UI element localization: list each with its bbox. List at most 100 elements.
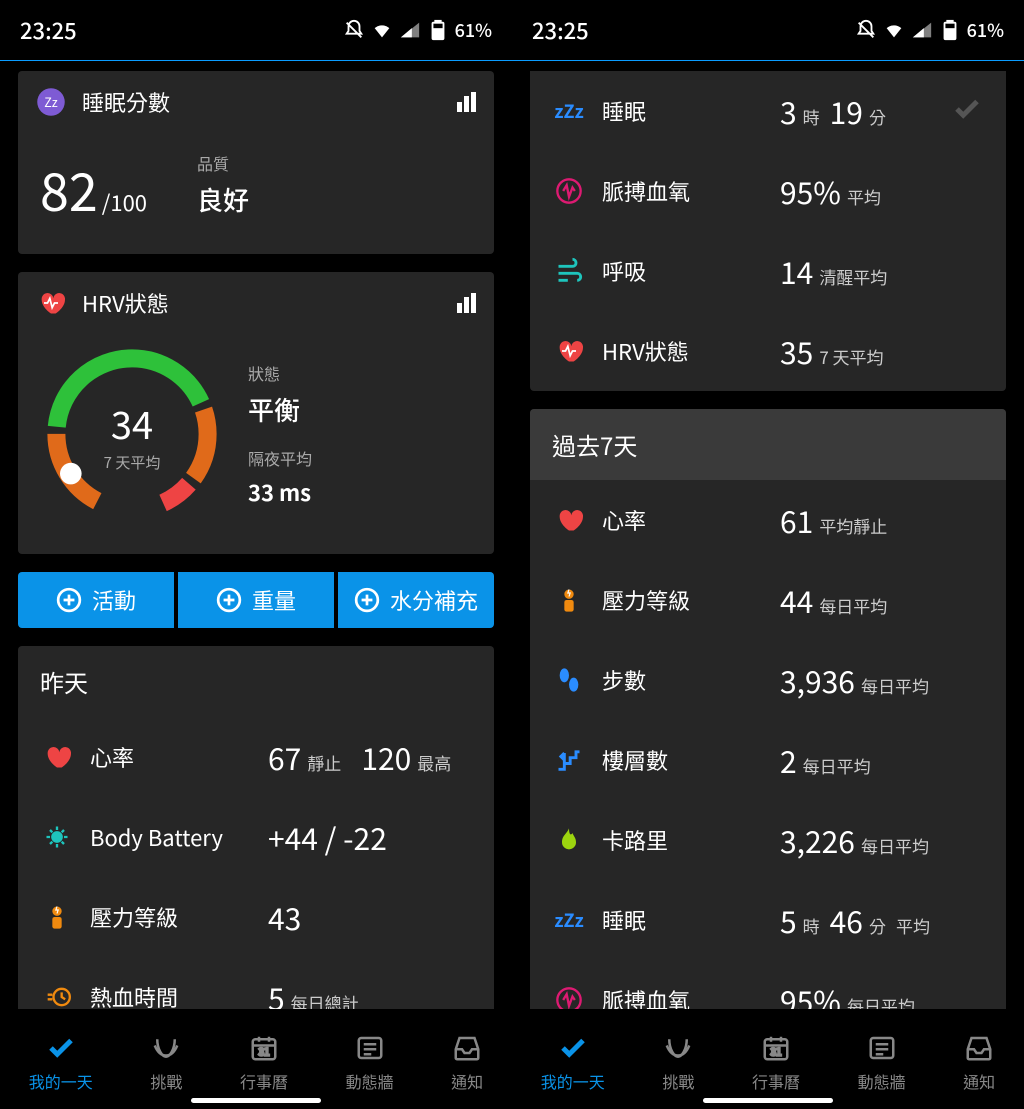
sleep-h-unit: 時 — [803, 104, 820, 129]
nav-calendar[interactable]: 31 行事曆 — [240, 1033, 288, 1093]
hrv-overnight-value: 33 ms — [248, 476, 312, 508]
row-heart-rate[interactable]: 心率 67 靜止 120 最高 — [18, 717, 494, 797]
heart-pulse-icon — [554, 336, 584, 366]
hr-rest-unit: 靜止 — [307, 750, 341, 775]
nav-notify[interactable]: 通知 — [963, 1033, 995, 1093]
nav-notify[interactable]: 通知 — [451, 1033, 483, 1093]
spo2-label: 脈搏血氧 — [602, 175, 762, 207]
sleep-week-m: 46 — [830, 898, 863, 942]
add-weight-button[interactable]: 重量 — [178, 572, 334, 628]
cal-week-value: 3,226 — [780, 818, 855, 862]
hr-max-unit: 最高 — [417, 750, 451, 775]
row-stress[interactable]: 壓力等級 43 — [18, 877, 494, 957]
inbox-icon — [452, 1033, 482, 1063]
bottom-nav: 我的一天 挑戰 31 行事曆 動態牆 通知 — [0, 1009, 512, 1109]
stress-week-unit: 每日平均 — [819, 593, 887, 618]
check-icon — [952, 94, 982, 129]
steps-week-label: 步數 — [602, 664, 762, 696]
wifi-icon — [883, 19, 905, 41]
svg-text:31: 31 — [770, 1044, 781, 1059]
hr-max-value: 120 — [361, 735, 411, 779]
spo2-icon — [554, 176, 584, 206]
hrv-card[interactable]: HRV狀態 34 7 天平均 狀態 — [18, 272, 494, 554]
sleep-quality-label: 品質 — [197, 151, 249, 175]
past7-section: 過去7天 心率 61平均靜止 壓力等級 44每日平均 步數 3,936每日平均 … — [530, 409, 1006, 1109]
stress-week-value: 44 — [780, 578, 813, 622]
resp-unit: 清醒平均 — [819, 264, 887, 289]
home-indicator[interactable] — [191, 1098, 321, 1103]
right-pane: 23:25 61% zZz 睡眠 3 時 19 分 — [512, 0, 1024, 1109]
sleep-week-hU: 時 — [803, 913, 820, 938]
cal-week-unit: 每日平均 — [861, 833, 929, 858]
nav-challenge[interactable]: 挑戰 — [662, 1033, 694, 1093]
wifi-icon — [371, 19, 393, 41]
laurel-icon — [663, 1033, 693, 1063]
news-icon — [867, 1033, 897, 1063]
row-sleep-week[interactable]: zZz 睡眠 5 時 46 分 平均 — [530, 880, 1006, 960]
row-hrv[interactable]: HRV狀態 35 7 天平均 — [530, 311, 1006, 391]
home-indicator[interactable] — [703, 1098, 833, 1103]
left-content[interactable]: Zz 睡眠分數 82/100 品質 良好 HRV狀態 — [0, 71, 512, 1109]
row-floors-week[interactable]: 樓層數 2每日平均 — [530, 720, 1006, 800]
nav-myday[interactable]: 我的一天 — [29, 1033, 93, 1093]
sleep-week-mU: 分 — [869, 913, 886, 938]
hr-week-label: 心率 — [602, 504, 762, 536]
chart-icon[interactable] — [454, 90, 478, 114]
hr-week-value: 61 — [780, 498, 813, 542]
resp-value: 14 — [780, 249, 813, 293]
sleep-score-value: 82 — [40, 151, 98, 226]
chart-icon[interactable] — [454, 291, 478, 315]
add-hydration-button[interactable]: 水分補充 — [338, 572, 494, 628]
row-steps-week[interactable]: 步數 3,936每日平均 — [530, 640, 1006, 720]
row-spo2[interactable]: 脈搏血氧 95% 平均 — [530, 151, 1006, 231]
bb-label: Body Battery — [90, 821, 250, 853]
floors-week-value: 2 — [780, 738, 797, 782]
past7-header: 過去7天 — [530, 409, 1006, 480]
cal-week-label: 卡路里 — [602, 824, 762, 856]
continued-section: zZz 睡眠 3 時 19 分 脈搏血氧 95% 平均 — [530, 71, 1006, 391]
sleep-week-unit: 平均 — [896, 913, 930, 938]
row-calories-week[interactable]: 卡路里 3,226每日平均 — [530, 800, 1006, 880]
nav-calendar[interactable]: 31 行事曆 — [752, 1033, 800, 1093]
hrv-label: HRV狀態 — [602, 335, 762, 367]
hrv-unit: 7 天平均 — [819, 344, 883, 369]
sleep-icon: zZz — [554, 905, 584, 935]
nav-myday-label: 我的一天 — [541, 1069, 605, 1093]
spo2-value: 95% — [780, 169, 841, 213]
hr-rest-value: 67 — [268, 735, 301, 779]
nav-feed[interactable]: 動態牆 — [346, 1033, 394, 1093]
nav-feed[interactable]: 動態牆 — [858, 1033, 906, 1093]
nav-challenge[interactable]: 挑戰 — [150, 1033, 182, 1093]
stress-icon — [42, 902, 72, 932]
statusbar-battery: 61% — [967, 17, 1004, 43]
nav-myday-label: 我的一天 — [29, 1069, 93, 1093]
hrv-gauge-sub: 7 天平均 — [104, 452, 161, 473]
row-sleep[interactable]: zZz 睡眠 3 時 19 分 — [530, 71, 1006, 151]
statusbar-time: 23:25 — [20, 14, 77, 46]
nav-myday[interactable]: 我的一天 — [541, 1033, 605, 1093]
row-body-battery[interactable]: Body Battery +44 / -22 — [18, 797, 494, 877]
check-icon — [558, 1033, 588, 1063]
hr-label: 心率 — [90, 741, 250, 773]
action-row: 活動 重量 水分補充 — [18, 572, 494, 628]
add-activity-button[interactable]: 活動 — [18, 572, 174, 628]
check-icon — [46, 1033, 76, 1063]
sleep-card-title: 睡眠分數 — [82, 86, 440, 118]
sleep-score-card[interactable]: Zz 睡眠分數 82/100 品質 良好 — [18, 71, 494, 254]
hrv-card-header: HRV狀態 — [18, 272, 494, 334]
hrv-overnight-label: 隔夜平均 — [248, 446, 312, 470]
add-hydration-label: 水分補充 — [390, 584, 478, 616]
row-respiration[interactable]: 呼吸 14 清醒平均 — [530, 231, 1006, 311]
right-content[interactable]: zZz 睡眠 3 時 19 分 脈搏血氧 95% 平均 — [512, 71, 1024, 1109]
hrv-card-body: 34 7 天平均 狀態 平衡 隔夜平均 33 ms — [18, 334, 494, 554]
left-pane: 23:25 61% Zz 睡眠分數 82/100 — [0, 0, 512, 1109]
row-stress-week[interactable]: 壓力等級 44每日平均 — [530, 560, 1006, 640]
hrv-info: 狀態 平衡 隔夜平均 33 ms — [248, 361, 312, 508]
flame-icon — [554, 825, 584, 855]
sleep-week-label: 睡眠 — [602, 904, 762, 936]
hrv-status-label: 狀態 — [248, 361, 312, 385]
hrv-gauge-value: 34 — [111, 395, 153, 450]
resp-label: 呼吸 — [602, 255, 762, 287]
nav-feed-label: 動態牆 — [346, 1069, 394, 1093]
row-hr-week[interactable]: 心率 61平均靜止 — [530, 480, 1006, 560]
